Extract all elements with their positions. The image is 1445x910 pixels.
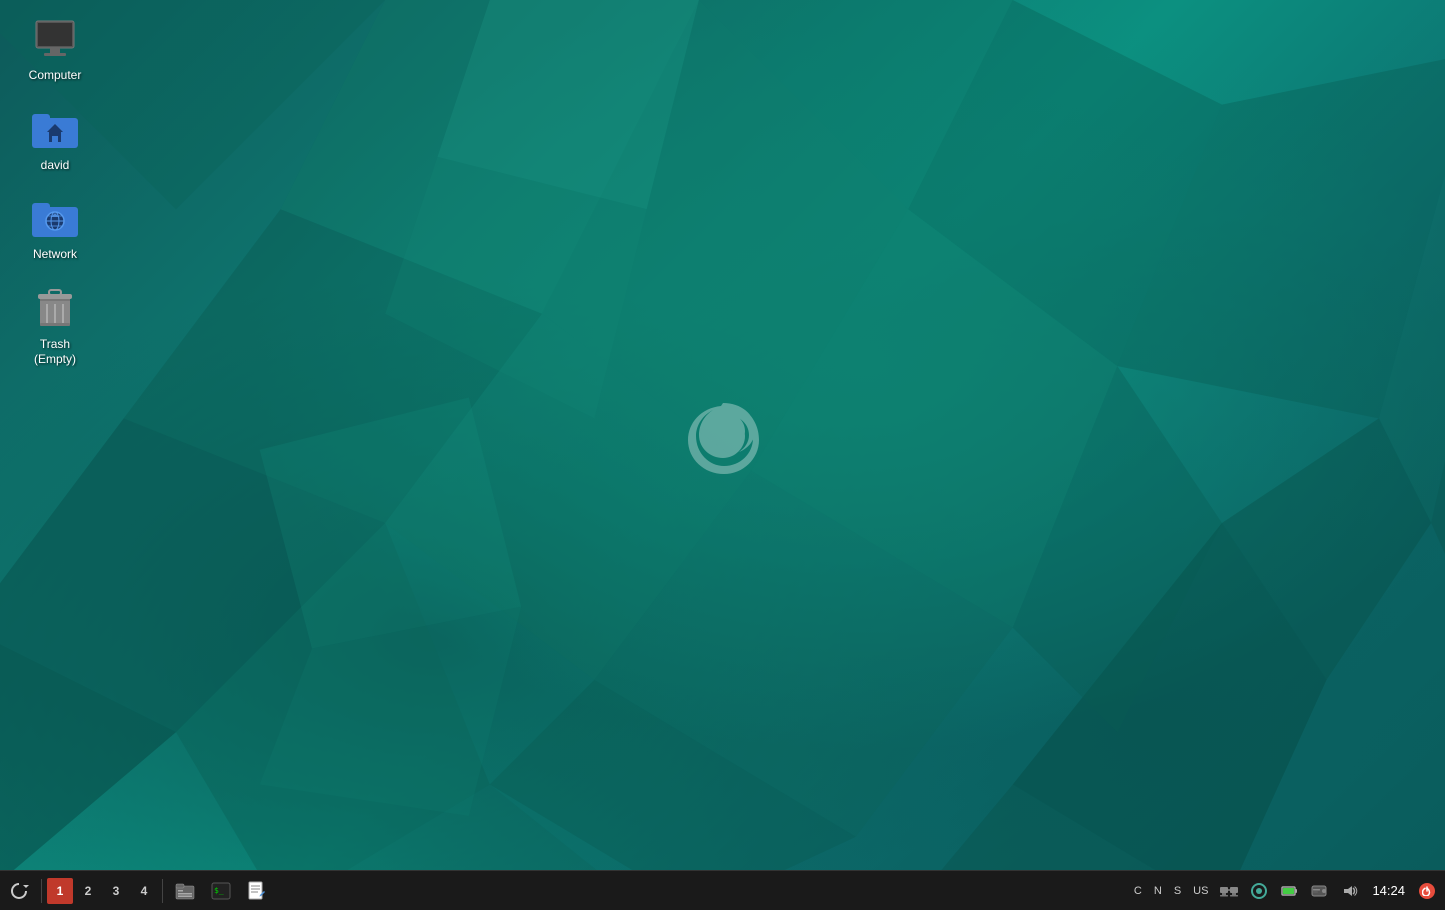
taskbar: 1 2 3 4 $_ bbox=[0, 870, 1445, 910]
battery-icon[interactable] bbox=[1276, 876, 1302, 906]
workspace-2-button[interactable]: 2 bbox=[75, 878, 101, 904]
file-manager-button[interactable] bbox=[168, 874, 202, 908]
terminal-button[interactable]: $_ bbox=[204, 874, 238, 908]
network-manager-icon[interactable] bbox=[1246, 876, 1272, 906]
keyboard-c-indicator[interactable]: C bbox=[1130, 876, 1146, 906]
svg-text:$_: $_ bbox=[214, 886, 224, 895]
desktop-icon-network[interactable]: Network bbox=[10, 189, 100, 269]
workspace-1-button[interactable]: 1 bbox=[47, 878, 73, 904]
taskbar-left: 1 2 3 4 $_ bbox=[0, 874, 274, 908]
network-folder-icon bbox=[31, 195, 79, 243]
keyboard-us-indicator[interactable]: US bbox=[1189, 876, 1212, 906]
app-menu-button[interactable] bbox=[2, 874, 36, 908]
david-icon-label: david bbox=[41, 158, 70, 174]
desktop-icons-area: Computer david bbox=[10, 10, 100, 374]
keyboard-s-indicator[interactable]: S bbox=[1170, 876, 1185, 906]
volume-icon[interactable] bbox=[1336, 876, 1362, 906]
power-button[interactable] bbox=[1415, 876, 1439, 906]
workspace-4-button[interactable]: 4 bbox=[131, 878, 157, 904]
desktop-icon-computer[interactable]: Computer bbox=[10, 10, 100, 90]
computer-icon-label: Computer bbox=[29, 68, 82, 84]
computer-icon bbox=[31, 16, 79, 64]
desktop-icon-trash[interactable]: Trash (Empty) bbox=[10, 279, 100, 374]
text-editor-button[interactable] bbox=[240, 874, 274, 908]
power-icon bbox=[1419, 883, 1435, 899]
trash-icon bbox=[31, 285, 79, 333]
keyboard-n-indicator[interactable]: N bbox=[1150, 876, 1166, 906]
network-icon-label: Network bbox=[33, 247, 77, 263]
network-status-icon[interactable] bbox=[1216, 876, 1242, 906]
system-clock[interactable]: 14:24 bbox=[1366, 876, 1411, 906]
debian-swirl-logo bbox=[683, 398, 763, 493]
taskbar-sep-1 bbox=[41, 879, 42, 903]
trash-icon-label: Trash (Empty) bbox=[34, 337, 76, 368]
workspace-3-button[interactable]: 3 bbox=[103, 878, 129, 904]
desktop-icon-david[interactable]: david bbox=[10, 100, 100, 180]
taskbar-sep-2 bbox=[162, 879, 163, 903]
taskbar-right: C N S US bbox=[1130, 876, 1445, 906]
drive-icon[interactable] bbox=[1306, 876, 1332, 906]
home-folder-icon bbox=[31, 106, 79, 154]
